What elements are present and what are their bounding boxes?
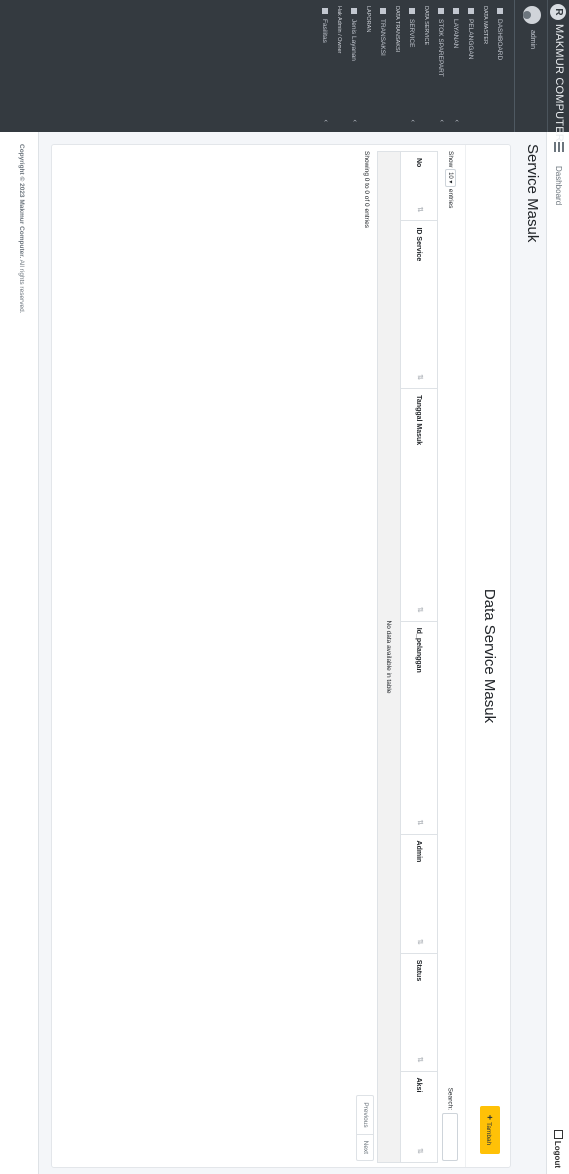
column-header-label: Aksi (415, 1077, 423, 1093)
sidebar-header: DATA SERVICE (423, 6, 429, 46)
column-header-no[interactable]: No ⇅ (400, 151, 438, 221)
brand-name: MAKMUR COMPUTER (553, 24, 565, 142)
nav-dashboard-link[interactable]: Dashboard (554, 166, 563, 205)
card-header: Data Service Masuk +Tambah (465, 145, 510, 1167)
sidebar-header: DATA MASTER (482, 6, 488, 44)
column-header-label: Id_pelanggan (415, 627, 423, 673)
previous-button[interactable]: Previous (357, 1096, 373, 1133)
column-header-id-service[interactable]: ID Service ⇅ (400, 220, 438, 389)
sidebar-item-label: Fasilitas (321, 19, 328, 43)
brand-link[interactable]: R MAKMUR COMPUTER (547, 0, 569, 142)
table-icon (322, 8, 328, 14)
table-info: Showing 0 to 0 of 0 entries (363, 151, 370, 228)
table-icon (453, 8, 459, 14)
logout-icon (554, 1129, 563, 1139)
search-control: Search: (442, 1088, 458, 1161)
entries-length-control: Show 10 ▾ entries (445, 151, 456, 208)
card-title: Data Service Masuk (481, 588, 498, 724)
entries-label: entries (446, 188, 454, 209)
user-name: admin (529, 30, 536, 50)
logout-label: Logout (553, 1140, 562, 1168)
sidebar-item-jenis-layanan[interactable]: Jenis Layanan ‹ (346, 0, 361, 132)
pagination: PreviousNext (356, 1095, 374, 1161)
table-icon (409, 8, 415, 14)
chevron-left-icon: ‹ (409, 119, 416, 122)
column-header-label: Status (415, 959, 423, 982)
logout-link[interactable]: Logout (553, 1129, 563, 1168)
table-icon (351, 8, 357, 14)
sidebar-menu: DASHBOARD DATA MASTER PELANGGAN LAYANAN ‹ STO… (317, 0, 507, 132)
top-navbar: R MAKMUR COMPUTER Dashboard Logout (546, 0, 569, 1174)
table-row: No data available in table (377, 151, 401, 1163)
grid-icon (497, 8, 503, 14)
sidebar-item-dashboard[interactable]: DASHBOARD (492, 0, 507, 132)
sidebar-item-label: LAYANAN (452, 19, 459, 49)
menu-toggle-icon[interactable] (554, 142, 564, 152)
user-panel[interactable]: admin (514, 0, 547, 132)
show-label: Show (446, 151, 454, 168)
data-card: Data Service Masuk +Tambah Show 10 ▾ ent… (51, 144, 511, 1168)
column-header-tanggal-masuk[interactable]: Tanggal Masuk ⇅ (400, 388, 438, 622)
search-input[interactable] (442, 1113, 458, 1161)
avatar (523, 6, 541, 24)
sidebar-item-label: TRANSAKSI (379, 19, 386, 56)
column-header-aksi[interactable]: Aksi ⇅ (400, 1071, 438, 1163)
add-button-label: Tambah (485, 1122, 492, 1146)
sidebar-item-label: PELANGGAN (467, 19, 474, 60)
users-icon (468, 8, 474, 14)
sidebar-item-service[interactable]: SERVICE ‹ (404, 0, 419, 132)
chevron-left-icon: ‹ (351, 119, 358, 122)
sort-icon: ⇅ (416, 374, 423, 381)
column-header-label: Tanggal Masuk (415, 395, 423, 446)
sidebar-item-transaksi[interactable]: TRANSAKSI (375, 0, 390, 132)
add-button[interactable]: +Tambah (480, 1106, 500, 1154)
chevron-left-icon: ‹ (322, 119, 329, 122)
footer: Copyright © 2023 Makmur Computer. All ri… (0, 132, 39, 1174)
sidebar-item-layanan[interactable]: LAYANAN ‹ (448, 0, 463, 132)
page-title: Service Masuk (524, 144, 541, 243)
column-header-label: No (415, 158, 423, 168)
entries-select[interactable]: 10 ▾ (445, 169, 456, 188)
sidebar-item-label: DASHBOARD (496, 19, 503, 61)
chevron-left-icon: ‹ (453, 119, 460, 122)
sidebar-header: Hak Admin / Owner (336, 6, 342, 54)
sidebar-item-label: Jenis Layanan (350, 19, 357, 61)
copyright-text: Copyright © 2023 Makmur Computer. All ri… (18, 144, 25, 314)
sidebar-item-label: STOK SPAREPART (437, 19, 444, 77)
column-header-id-pelanggan[interactable]: Id_pelanggan ⇅ (400, 621, 438, 835)
sort-icon: ⇅ (416, 819, 423, 826)
brand-logo: R (550, 4, 566, 20)
sidebar-item-pelanggan[interactable]: PELANGGAN (463, 0, 478, 132)
column-header-admin[interactable]: Admin ⇅ (400, 834, 438, 954)
chevron-left-icon: ‹ (438, 119, 445, 122)
sort-icon: ⇅ (416, 206, 423, 213)
search-label: Search: (446, 1087, 454, 1110)
sort-icon: ⇅ (416, 938, 423, 945)
plus-icon: + (485, 1114, 495, 1121)
empty-table-message: No data available in table (377, 151, 401, 1163)
table-header-row: No ⇅ ID Service ⇅ Tanggal Masuk ⇅ Id_pelanggan… (400, 151, 438, 1163)
sidebar-item-fasilitas[interactable]: Fasilitas ‹ (317, 0, 332, 132)
table-icon (380, 8, 386, 14)
sidebar-header: LAPORAN (365, 6, 371, 33)
next-button[interactable]: Next (357, 1133, 373, 1160)
sort-icon: ⇅ (416, 606, 423, 613)
sidebar-item-stok-sparepart[interactable]: STOK SPAREPART ‹ (433, 0, 448, 132)
sidebar-item-label: SERVICE (408, 19, 415, 48)
column-header-status[interactable]: Status ⇅ (400, 953, 438, 1072)
table-icon (438, 8, 444, 14)
app-frame: R MAKMUR COMPUTER Dashboard Logout admin… (0, 0, 569, 1174)
sidebar-header: DATA TRANSAKSI (394, 6, 400, 53)
column-header-label: Admin (415, 840, 423, 863)
sort-icon: ⇅ (416, 1056, 423, 1063)
sidebar: admin DASHBOARD DATA MASTER PELANGGAN LAYAN… (0, 0, 547, 132)
service-table: No ⇅ ID Service ⇅ Tanggal Masuk ⇅ Id_pelanggan… (377, 151, 438, 1163)
column-header-label: ID Service (415, 227, 423, 262)
sort-icon: ⇅ (416, 1148, 423, 1154)
